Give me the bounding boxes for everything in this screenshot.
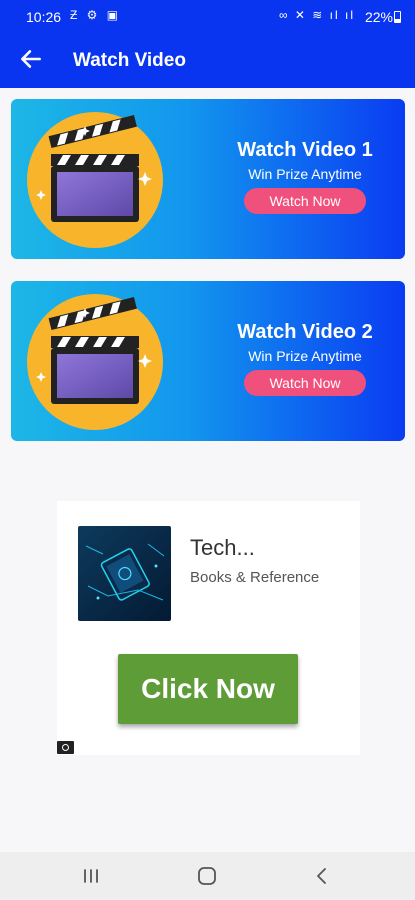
card-subtitle: Win Prize Anytime xyxy=(248,166,362,182)
ad-banner[interactable]: Tech... Books & Reference Click Now xyxy=(57,501,360,755)
page-title: Watch Video xyxy=(73,50,186,71)
back-arrow-icon[interactable] xyxy=(18,46,44,72)
battery-icon xyxy=(394,11,401,23)
card-text: Watch Video 1 Win Prize Anytime Watch No… xyxy=(225,139,385,214)
watch-video-card-2[interactable]: Watch Video 2 Win Prize Anytime Watch No… xyxy=(11,281,405,441)
recent-apps-icon[interactable] xyxy=(79,866,103,886)
system-nav-bar xyxy=(0,852,415,900)
adchoices-icon[interactable] xyxy=(57,741,74,754)
card-subtitle: Win Prize Anytime xyxy=(248,348,362,364)
ad-category: Books & Reference xyxy=(190,569,320,586)
battery-level: 22% xyxy=(364,9,393,25)
back-nav-icon[interactable] xyxy=(310,866,334,886)
status-system-icons: ∞ ✕ ≋ ıl ıl xyxy=(279,8,355,22)
status-bar: 10:26 Ƶ ⚙ ▣ ∞ ✕ ≋ ıl ıl 22% xyxy=(0,0,415,34)
card-title: Watch Video 1 xyxy=(237,139,373,161)
app-bar: Watch Video xyxy=(0,34,415,88)
click-now-button[interactable]: Click Now xyxy=(118,654,298,724)
card-text: Watch Video 2 Win Prize Anytime Watch No… xyxy=(225,321,385,396)
watch-video-card-1[interactable]: Watch Video 1 Win Prize Anytime Watch No… xyxy=(11,99,405,259)
watch-now-button[interactable]: Watch Now xyxy=(244,370,366,396)
ad-app-thumbnail[interactable] xyxy=(78,526,171,621)
status-time: 10:26 xyxy=(26,9,62,25)
status-notification-icons: Ƶ ⚙ ▣ xyxy=(70,8,122,22)
card-title: Watch Video 2 xyxy=(237,321,373,343)
ad-title[interactable]: Tech... xyxy=(190,535,255,561)
home-icon[interactable] xyxy=(195,866,219,886)
watch-now-button[interactable]: Watch Now xyxy=(244,188,366,214)
clapperboard-icon xyxy=(27,112,163,248)
clapperboard-icon xyxy=(27,294,163,430)
